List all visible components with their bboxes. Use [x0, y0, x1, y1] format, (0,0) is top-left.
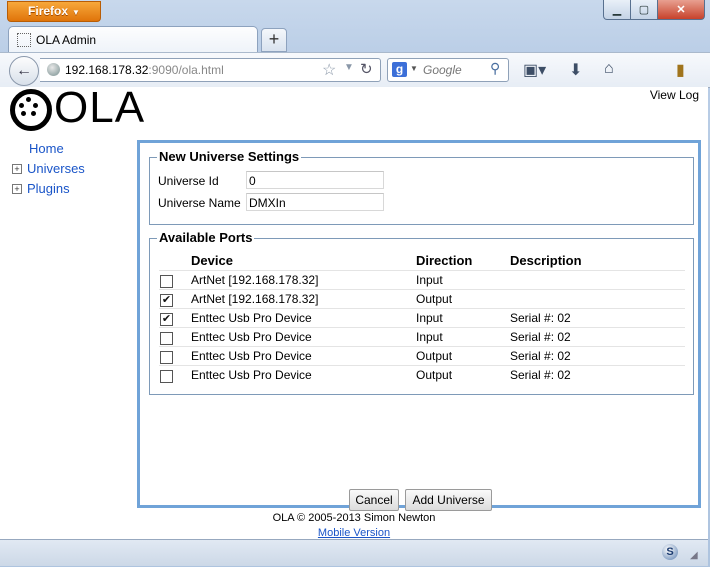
port-checkbox[interactable]	[160, 275, 173, 288]
table-row: ✔ ArtNet [192.168.178.32] Output	[159, 289, 685, 309]
addon-status-icon[interactable]: S	[662, 544, 678, 560]
port-checkbox[interactable]: ✔	[160, 294, 173, 307]
device-cell: Enttec Usb Pro Device	[191, 349, 312, 363]
direction-cell: Output	[416, 349, 453, 363]
table-row: ArtNet [192.168.178.32] Input	[159, 270, 685, 290]
sidebar-item-plugins[interactable]: + Plugins	[12, 181, 70, 196]
tab-bar: OLA Admin +	[0, 24, 710, 53]
device-cell: ArtNet [192.168.178.32]	[191, 273, 319, 287]
bookmarks-menu-icon[interactable]: ▣▾	[523, 60, 546, 80]
universe-id-label: Universe Id	[158, 174, 219, 188]
logo-dot	[26, 97, 31, 102]
add-universe-button[interactable]: Add Universe	[405, 489, 492, 511]
logo-dot	[31, 111, 36, 116]
browser-window: Firefox ▼ ▁ ▢ ✕ OLA Admin + ← 192.168.178…	[0, 0, 710, 567]
description-cell: Serial #: 02	[510, 311, 571, 325]
device-cell: Enttec Usb Pro Device	[191, 368, 312, 382]
new-tab-button[interactable]: +	[261, 28, 287, 52]
logo-dot	[33, 103, 38, 108]
logo-ring	[10, 89, 52, 131]
title-bar: Firefox ▼ ▁ ▢ ✕	[0, 0, 710, 24]
reload-icon[interactable]: ↻	[360, 60, 373, 78]
direction-cell: Output	[416, 292, 453, 306]
port-checkbox[interactable]	[160, 370, 173, 383]
page-icon	[17, 33, 31, 47]
direction-cell: Output	[416, 368, 453, 382]
logo-dot	[21, 111, 26, 116]
direction-cell: Input	[416, 311, 443, 325]
view-log-link[interactable]: View Log	[650, 88, 699, 102]
addon-icon[interactable]: ▮	[676, 60, 685, 80]
sidebar-item-universes[interactable]: + Universes	[12, 161, 85, 176]
port-checkbox[interactable]	[160, 332, 173, 345]
port-checkbox[interactable]: ✔	[160, 313, 173, 326]
history-dropdown-icon[interactable]: ▼	[344, 62, 354, 73]
tab-title: OLA Admin	[36, 33, 97, 47]
universe-settings-fieldset: New Universe Settings Universe Id 0 Univ…	[149, 149, 694, 225]
downloads-icon[interactable]: ⬇	[569, 60, 582, 80]
table-row: Enttec Usb Pro Device Input Serial #: 02	[159, 327, 685, 347]
search-icon[interactable]: ⚲	[490, 60, 500, 77]
search-placeholder: Google	[423, 63, 462, 77]
logo-dot	[19, 103, 24, 108]
description-cell: Serial #: 02	[510, 330, 571, 344]
table-row: ✔ Enttec Usb Pro Device Input Serial #: 02	[159, 308, 685, 328]
new-universe-panel: New Universe Settings Universe Id 0 Univ…	[137, 140, 701, 511]
back-button[interactable]: ←	[9, 56, 39, 86]
ports-legend: Available Ports	[157, 230, 255, 245]
page-content: OLA View Log Home + Universes + Plugins Ne…	[0, 83, 708, 539]
home-icon[interactable]: ⌂	[604, 60, 614, 78]
device-cell: ArtNet [192.168.178.32]	[191, 292, 319, 306]
copyright-text: OLA © 2005-2013 Simon Newton	[272, 512, 436, 524]
search-box[interactable]: g ▼ Google ⚲	[387, 58, 509, 82]
status-bar: S	[0, 539, 708, 566]
url-text: 192.168.178.32:9090/ola.html	[65, 63, 224, 77]
tab-ola-admin[interactable]: OLA Admin	[8, 26, 258, 53]
expand-icon[interactable]: +	[12, 164, 22, 174]
universe-name-input[interactable]: DMXIn	[246, 193, 384, 211]
universe-name-label: Universe Name	[158, 196, 241, 210]
google-icon: g	[392, 62, 407, 77]
device-cell: Enttec Usb Pro Device	[191, 311, 312, 325]
close-button[interactable]: ✕	[657, 0, 705, 20]
chevron-down-icon: ▼	[72, 8, 80, 17]
resize-grip-icon[interactable]: ◢	[690, 550, 698, 561]
url-bar[interactable]: 192.168.178.32:9090/ola.html ☆ ▼ ↻	[40, 58, 381, 82]
direction-cell: Input	[416, 330, 443, 344]
mobile-version-link[interactable]: Mobile Version	[0, 527, 708, 539]
description-cell: Serial #: 02	[510, 349, 571, 363]
url-host: 192.168.178.32	[65, 63, 149, 77]
available-ports-fieldset: Available Ports Device Direction Descrip…	[149, 230, 694, 395]
search-engine-dropdown-icon[interactable]: ▼	[410, 64, 418, 73]
logo-text: OLA	[54, 83, 146, 132]
column-header-direction: Direction	[416, 253, 473, 268]
direction-cell: Input	[416, 273, 443, 287]
minimize-button[interactable]: ▁	[603, 0, 631, 20]
expand-icon[interactable]: +	[12, 184, 22, 194]
device-cell: Enttec Usb Pro Device	[191, 330, 312, 344]
url-path: :9090/ola.html	[148, 63, 224, 77]
sidebar-item-home[interactable]: Home	[29, 141, 64, 156]
settings-legend: New Universe Settings	[157, 149, 302, 164]
universe-id-input[interactable]: 0	[246, 171, 384, 189]
sidebar-item-label: Universes	[27, 161, 85, 176]
column-header-description: Description	[510, 253, 582, 268]
firefox-menu-button[interactable]: Firefox ▼	[7, 1, 101, 22]
sidebar-item-label: Plugins	[27, 181, 70, 196]
maximize-button[interactable]: ▢	[630, 0, 658, 20]
bookmark-star-icon[interactable]: ☆	[322, 60, 336, 80]
table-row: Enttec Usb Pro Device Output Serial #: 02	[159, 346, 685, 366]
description-cell: Serial #: 02	[510, 368, 571, 382]
cancel-button[interactable]: Cancel	[349, 489, 399, 511]
port-checkbox[interactable]	[160, 351, 173, 364]
firefox-menu-label: Firefox	[28, 4, 69, 18]
back-arrow-icon: ←	[16, 62, 32, 79]
globe-icon	[47, 63, 60, 76]
table-row: Enttec Usb Pro Device Output Serial #: 02	[159, 365, 685, 385]
column-header-device: Device	[191, 253, 233, 268]
